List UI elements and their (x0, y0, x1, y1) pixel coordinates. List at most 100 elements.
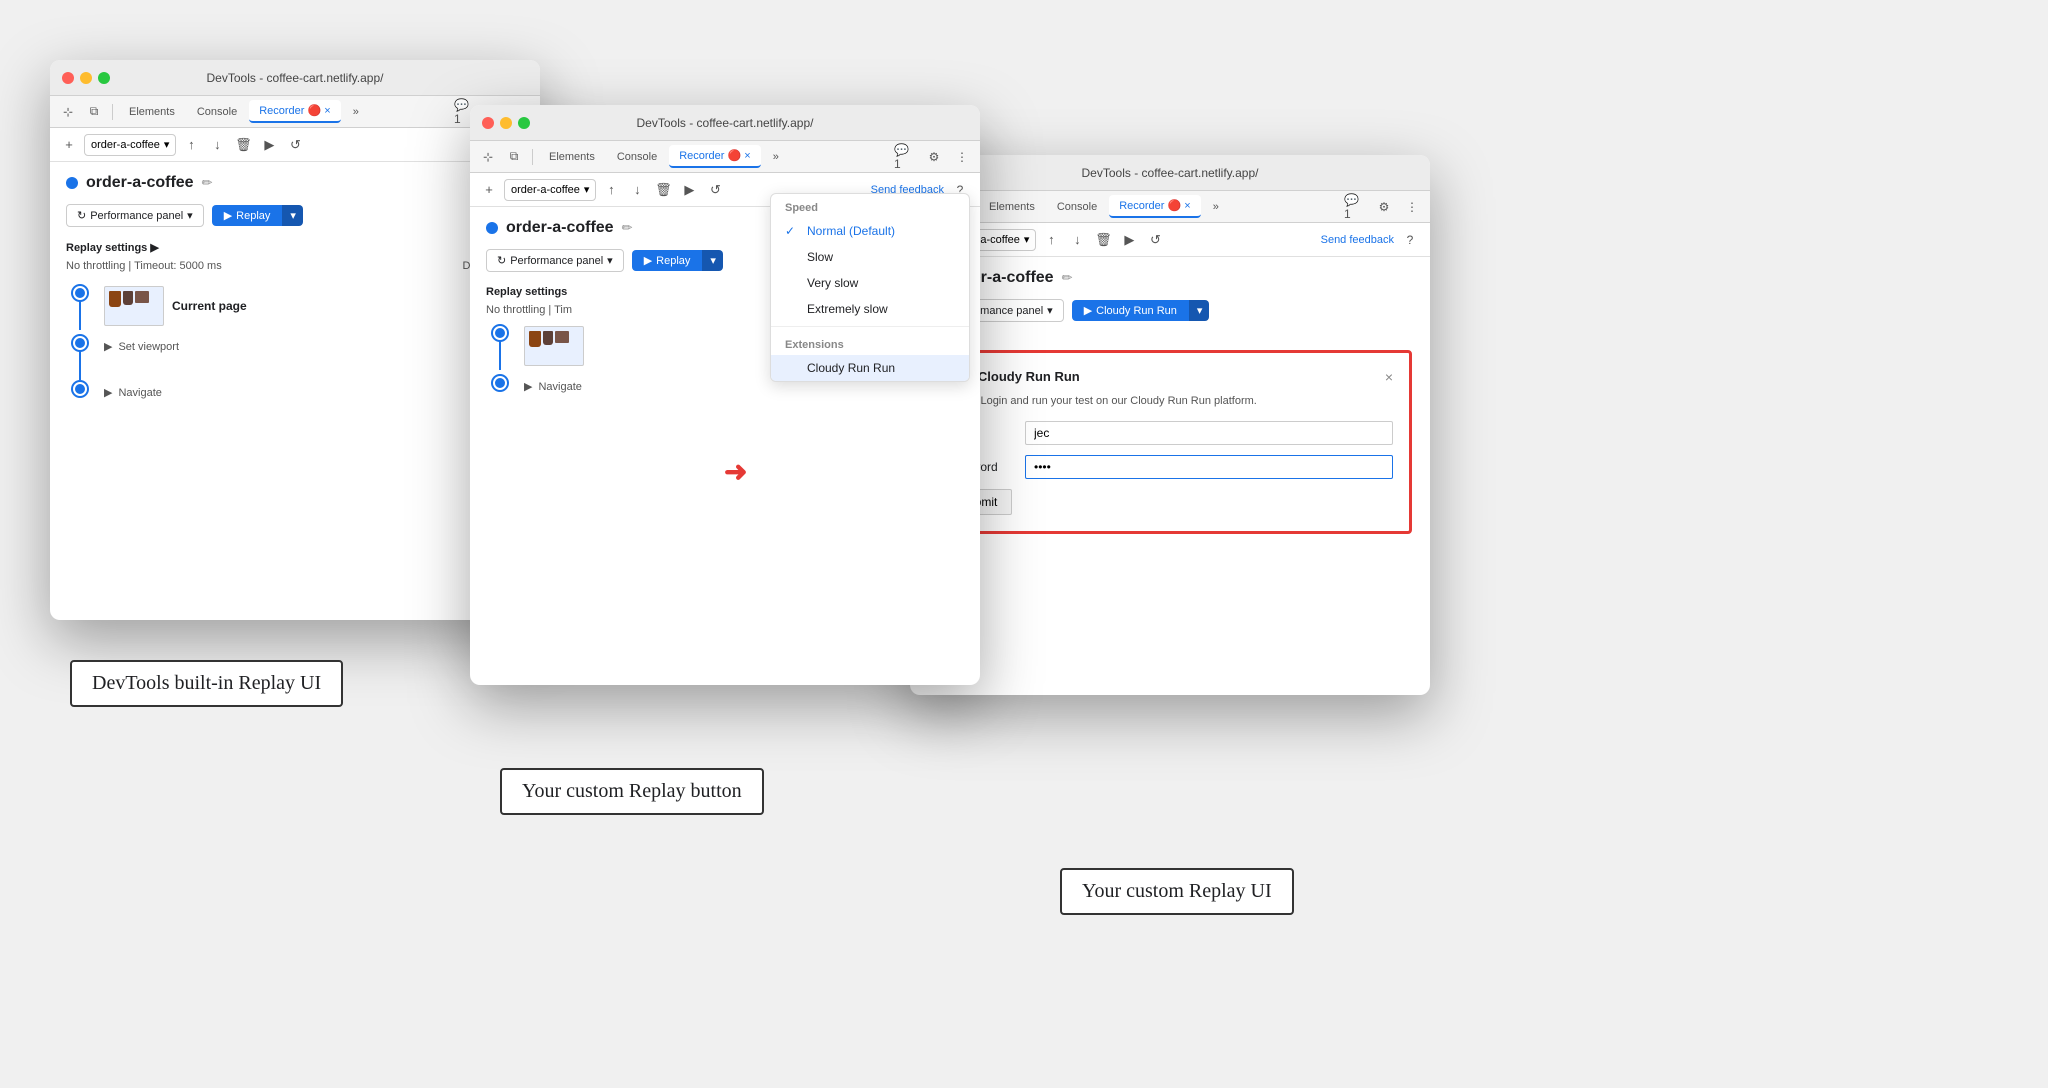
window-title-3: DevTools - coffee-cart.netlify.app/ (1082, 166, 1259, 180)
name-input[interactable] (1025, 421, 1393, 445)
recording-select-2[interactable]: order-a-coffee ▾ (504, 179, 596, 201)
chat-icon-3[interactable]: 💬 1 (1344, 195, 1368, 219)
recording-select-label-1: order-a-coffee (91, 139, 160, 151)
tab-recorder-2[interactable]: Recorder 🔴 × (669, 145, 760, 168)
replay-main-button-1[interactable]: ▶ Replay (212, 205, 283, 226)
undo-icon-1[interactable]: ↺ (284, 134, 306, 156)
download-icon-1[interactable]: ↓ (206, 134, 228, 156)
chat-icon-2[interactable]: 💬 1 (894, 145, 918, 169)
recording-select-1[interactable]: order-a-coffee ▾ (84, 134, 176, 156)
download-icon-3[interactable]: ↓ (1066, 229, 1088, 251)
devtools-tabs-2: ⊹ ⧉ Elements Console Recorder 🔴 × » 💬 1 … (470, 141, 980, 173)
edit-icon-3[interactable]: ✏ (1062, 270, 1073, 286)
tl-step-sv[interactable]: ▶ Set viewport (104, 334, 524, 359)
cloudy-run-run-item[interactable]: Cloudy Run Run (771, 355, 969, 381)
replay-main-button-2[interactable]: ▶ Replay (632, 250, 703, 271)
layers-icon[interactable]: ⧉ (82, 100, 106, 124)
cursor-icon[interactable]: ⊹ (56, 100, 80, 124)
toolbar-1: + order-a-coffee ▾ ↑ ↓ 🗑 ▶ ↺ Send f... (50, 128, 540, 162)
cloudy-run-main-button[interactable]: ▶ Cloudy Run Run (1072, 300, 1189, 321)
cup1 (109, 291, 121, 307)
upload-icon-2[interactable]: ↑ (600, 179, 622, 201)
question-icon-3[interactable]: ? (1398, 228, 1422, 252)
tab-console-2[interactable]: Console (607, 147, 667, 167)
tab-elements-2[interactable]: Elements (539, 147, 605, 167)
perf-icon-1: ↻ (77, 209, 86, 222)
tl-item-navigate: ▶ Navigate (66, 380, 524, 413)
recorder-body-1: order-a-coffee ✏ ↻ Performance panel ▾ ▶… (50, 162, 540, 425)
tab-console-3[interactable]: Console (1047, 197, 1107, 217)
recorder-body-2: order-a-coffee ✏ ↻ Performance panel ▾ ▶… (470, 207, 980, 419)
replay-dropdown-button-1[interactable]: ▾ (282, 205, 303, 226)
tl-item-current-page: Current page (66, 284, 524, 334)
cloudy-dropdown-button[interactable]: ▾ (1189, 300, 1210, 321)
speed-section-label: Speed (771, 194, 969, 218)
upload-icon-3[interactable]: ↑ (1040, 229, 1062, 251)
perf-panel-button-2[interactable]: ↻ Performance panel ▾ (486, 249, 624, 272)
timeout-label-1: Timeout: 5000 ms (134, 260, 222, 272)
speed-slow-item[interactable]: Slow (771, 244, 969, 270)
cursor-icon-2[interactable]: ⊹ (476, 145, 500, 169)
plus-icon-1[interactable]: + (58, 134, 80, 156)
tab-recorder-3[interactable]: Recorder 🔴 × (1109, 195, 1200, 218)
tab-more-2[interactable]: » (763, 147, 789, 167)
play-icon-1[interactable]: ▶ (258, 134, 280, 156)
edit-icon-1[interactable]: ✏ (202, 175, 213, 191)
close-button-2[interactable] (482, 117, 494, 129)
devtools-tabs-1: ⊹ ⧉ Elements Console Recorder 🔴 × » 💬 1 … (50, 96, 540, 128)
speed-normal-item[interactable]: ✓ Normal (Default) (771, 218, 969, 244)
tab-more-3[interactable]: » (1203, 197, 1229, 217)
menu-icon-3[interactable]: ⋮ (1400, 195, 1424, 219)
tab-recorder[interactable]: Recorder 🔴 × (249, 100, 340, 123)
tl-left-nav-2 (486, 374, 514, 390)
play-icon-3[interactable]: ▶ (1118, 229, 1140, 251)
tl-step-label-nav: Navigate (118, 387, 161, 399)
tl-node-cp-2 (493, 326, 507, 340)
recording-select-label-2: order-a-coffee (511, 184, 580, 196)
gear-icon-2[interactable]: ⚙ (922, 145, 946, 169)
trash-icon-2[interactable]: 🗑 (652, 179, 674, 201)
tab-elements[interactable]: Elements (119, 102, 185, 122)
tl-content-cp: Current page (104, 284, 524, 334)
tl-node-sv (73, 336, 87, 350)
play-icon-2[interactable]: ▶ (678, 179, 700, 201)
trash-icon-3[interactable]: 🗑 (1092, 229, 1114, 251)
undo-icon-3[interactable]: ↺ (1144, 229, 1166, 251)
replay-dropdown-button-2[interactable]: ▾ (702, 250, 723, 271)
cloudy-run-label: Cloudy Run Run (1096, 305, 1177, 317)
password-form-row: Password (945, 455, 1393, 479)
speed-extremely-slow-item[interactable]: Extremely slow (771, 296, 969, 322)
password-input[interactable] (1025, 455, 1393, 479)
minimize-button[interactable] (80, 72, 92, 84)
minimize-button-2[interactable] (500, 117, 512, 129)
layers-icon-2[interactable]: ⧉ (502, 145, 526, 169)
download-icon-2[interactable]: ↓ (626, 179, 648, 201)
tab-more[interactable]: » (343, 102, 369, 122)
close-button[interactable] (62, 72, 74, 84)
caption-3-text: Your custom Replay UI (1082, 880, 1272, 902)
tl-left-nav (66, 380, 94, 396)
perf-label-1: Performance panel (90, 210, 183, 222)
tl-line-cp (79, 300, 81, 330)
maximize-button[interactable] (98, 72, 110, 84)
tab-console[interactable]: Console (187, 102, 247, 122)
undo-icon-2[interactable]: ↺ (704, 179, 726, 201)
cup2-2 (543, 331, 553, 345)
upload-icon-1[interactable]: ↑ (180, 134, 202, 156)
maximize-button-2[interactable] (518, 117, 530, 129)
tab-elements-3[interactable]: Elements (979, 197, 1045, 217)
plus-icon-2[interactable]: + (478, 179, 500, 201)
tl-step-nav[interactable]: ▶ Navigate (104, 380, 524, 405)
settings-values-row-1: No throttling | Timeout: 5000 ms Desktop… (66, 260, 524, 272)
perf-panel-button-1[interactable]: ↻ Performance panel ▾ (66, 204, 204, 227)
dialog-title-row: ⚙ ⚙ Cloudy Run Run × (945, 369, 1393, 385)
speed-very-slow-item[interactable]: Very slow (771, 270, 969, 296)
menu-icon-2[interactable]: ⋮ (950, 145, 974, 169)
edit-icon-2[interactable]: ✏ (622, 220, 633, 236)
gear-icon-3[interactable]: ⚙ (1372, 195, 1396, 219)
tl-left-sv (66, 334, 94, 380)
send-feedback-3[interactable]: Send feedback (1321, 234, 1394, 246)
trash-icon-1[interactable]: 🗑 (232, 134, 254, 156)
dialog-close-button[interactable]: × (1385, 369, 1393, 385)
chevron-down-icon-1: ▾ (164, 138, 170, 151)
